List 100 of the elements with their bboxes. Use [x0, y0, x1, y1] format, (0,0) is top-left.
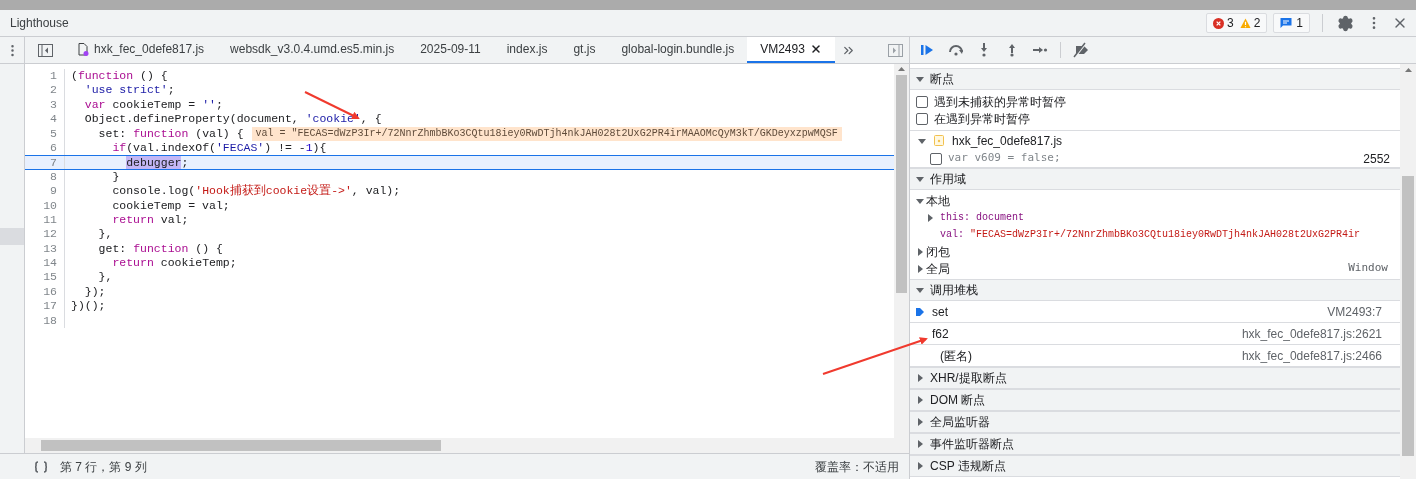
stack-frame[interactable]: set VM2493:7 [910, 301, 1400, 323]
close-tab-icon[interactable] [809, 43, 822, 55]
code-line: get: function () { [97, 241, 223, 257]
section-header[interactable]: 事件监听器断点 [910, 433, 1400, 455]
checkbox[interactable] [930, 152, 942, 165]
scope-value: Window [1348, 260, 1389, 277]
file-tab[interactable]: global-login.bundle.js [608, 37, 748, 63]
line-number[interactable]: 17 [25, 299, 65, 314]
inline-value: val = "FECAS=dWzP3Ir+/72NnrZhmbBKo3CQtu18iey0RwDTjh4nkJAH028t2UxG2PR4irMAAOMcQyM3kT/GKDeyxzpwMQSF [251, 126, 842, 141]
file-tab[interactable]: 2025-09-11 [407, 37, 494, 63]
section-header[interactable]: XHR/提取断点 [910, 367, 1400, 389]
coverage-status[interactable]: 覆盖率：不适用 [815, 457, 899, 476]
section-header[interactable]: DOM 断点 [910, 389, 1400, 411]
line-number[interactable]: 11 [25, 212, 65, 228]
collapsed-triangle-icon[interactable] [916, 418, 924, 426]
cursor-position: 第 7 行，第 9 列 [60, 458, 147, 476]
line-number[interactable]: 1 [25, 69, 65, 84]
line-number[interactable]: 5 [25, 126, 65, 141]
option-label: 遇到未捕获的异常时暂停 [934, 93, 1066, 111]
settings-icon[interactable] [1337, 14, 1354, 32]
section-header[interactable]: 断点 [910, 68, 1400, 90]
variable-name: val: [940, 228, 964, 242]
frame-name: f62 [932, 325, 949, 343]
expanded-triangle-icon[interactable] [916, 196, 924, 205]
expanded-triangle-icon[interactable] [916, 286, 924, 294]
code-line: cookieTemp = val; [111, 198, 230, 213]
code-line: }, [97, 270, 113, 285]
frame-name: set [932, 303, 948, 321]
line-number[interactable]: 2 [25, 83, 65, 98]
line-number[interactable]: 8 [25, 169, 65, 185]
panel-toggle-icon[interactable] [888, 43, 903, 57]
section-header[interactable]: 全局监听器 [910, 411, 1400, 433]
panel-title[interactable]: Lighthouse [10, 14, 69, 32]
scope-name[interactable]: 全局 [926, 259, 950, 278]
file-tab[interactable]: index.js [493, 37, 561, 63]
scroll-up-icon[interactable] [898, 67, 905, 71]
line-number[interactable]: 13 [25, 241, 65, 257]
file-tab[interactable]: websdk_v3.0.4.umd.es5.min.js [217, 37, 408, 63]
scroll-up-icon[interactable] [1404, 68, 1412, 72]
collapsed-triangle-icon[interactable] [916, 462, 924, 470]
scope-name[interactable]: 本地 [926, 191, 950, 210]
scope-name[interactable]: 闭包 [926, 242, 950, 261]
line-number[interactable]: 3 [25, 97, 65, 113]
frame-location[interactable]: hxk_fec_0defe817.js:2621 [1241, 324, 1394, 343]
variable-value: "FECAS=dWzP3Ir+/72NnrZhmbBKo3CQtu18iey0RwDTjh4nkJAH028t2UxG2PR4ir [970, 228, 1361, 242]
line-number: 2552 [1363, 150, 1390, 168]
code-line: if(val.indexOf('FECAS') != -1){ [111, 140, 327, 156]
code-line: }); [83, 284, 106, 300]
messages-badge[interactable]: 1 [1273, 13, 1310, 33]
code-line: 'use strict'; [83, 83, 175, 98]
vertical-scrollbar[interactable] [894, 64, 909, 438]
line-number[interactable]: 12 [25, 227, 65, 242]
expanded-triangle-icon[interactable] [918, 136, 926, 145]
step-over-icon[interactable] [948, 42, 964, 58]
sidebar-toggle-icon[interactable] [37, 43, 53, 57]
section-header[interactable]: CSP 违规断点 [910, 455, 1400, 477]
message-icon [1280, 17, 1293, 29]
file-tab[interactable]: hxk_fec_0defe817.js [65, 37, 218, 63]
line-number[interactable]: 4 [25, 112, 65, 127]
checkbox[interactable] [916, 112, 928, 125]
section-header[interactable]: 调用堆栈 [910, 279, 1400, 301]
variable-name: this: [940, 211, 970, 225]
code-line: console.log('Hook捕获到cookie设置->', val); [111, 184, 401, 199]
error-icon [1212, 17, 1224, 29]
section-header[interactable]: 作用域 [910, 168, 1400, 190]
sidebar-scrollbar[interactable] [1400, 64, 1416, 479]
stack-frame[interactable]: f62 hxk_fec_0defe817.js:2621 [910, 323, 1400, 345]
line-number[interactable]: 18 [25, 313, 65, 329]
line-number[interactable]: 9 [25, 184, 65, 199]
collapsed-triangle-icon[interactable] [916, 374, 924, 382]
variable-value: document [976, 211, 1025, 225]
file-icon [78, 42, 89, 56]
line-number[interactable]: 14 [25, 256, 65, 271]
frame-location[interactable]: hxk_fec_0defe817.js:2466 [1241, 346, 1394, 365]
checkbox[interactable] [916, 95, 928, 108]
code-line: (function () { [70, 69, 168, 84]
code-line: })(); [70, 299, 106, 314]
collapsed-triangle-icon[interactable] [916, 440, 924, 448]
line-number[interactable]: 10 [25, 198, 65, 213]
file-icon [934, 135, 944, 146]
line-number[interactable]: 15 [25, 270, 65, 285]
file-tab[interactable]: gt.js [560, 37, 609, 63]
horizontal-scrollbar[interactable] [25, 438, 909, 453]
expanded-triangle-icon[interactable] [916, 175, 924, 183]
frame-name: (匿名) [939, 347, 972, 365]
code-line: debugger; [125, 156, 189, 169]
code-line: Object.defineProperty(document, 'cookie', { [83, 112, 382, 127]
line-number[interactable]: 16 [25, 284, 65, 300]
deactivate-breakpoints-icon[interactable] [1073, 42, 1089, 58]
code-line: return cookieTemp; [111, 256, 237, 271]
expanded-triangle-icon[interactable] [916, 75, 924, 83]
code-line: } [111, 169, 120, 185]
collapsed-triangle-icon[interactable] [926, 213, 934, 222]
issues-badge[interactable]: 3 2 [1205, 13, 1268, 33]
file-name[interactable]: hxk_fec_0defe817.js [952, 131, 1063, 150]
code-line: var cookieTemp = ''; [83, 97, 223, 113]
file-tab[interactable]: VM2493 [747, 37, 835, 63]
collapsed-triangle-icon[interactable] [916, 396, 924, 404]
frame-location[interactable]: VM2493:7 [1327, 302, 1394, 321]
pretty-print-icon[interactable] [34, 460, 48, 473]
